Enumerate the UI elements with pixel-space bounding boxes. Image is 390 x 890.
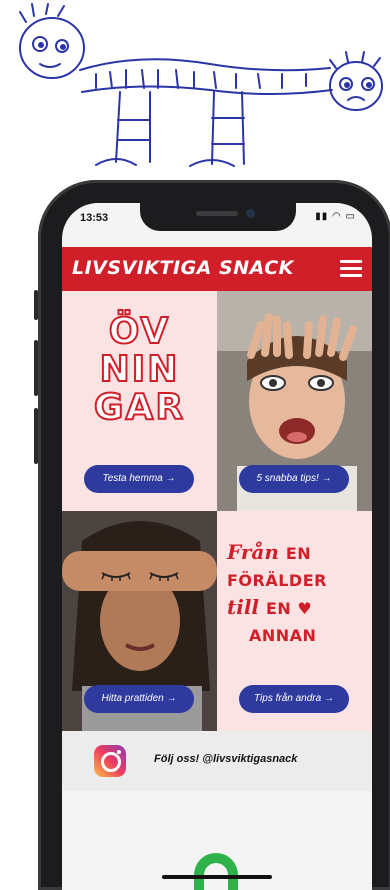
tile-grid: ÖV NIN GAR Testa hemma → 5 snabba tips! … [62, 291, 372, 731]
instagram-icon[interactable] [94, 745, 126, 777]
ovningar-heading: ÖV NIN GAR [93, 311, 186, 428]
volume-up-button [34, 340, 38, 396]
fran-en-foralder-heading: Från EN FÖRÄLDER till EN ♥ ANNAN [227, 540, 327, 645]
home-indicator[interactable] [162, 875, 272, 879]
green-arch-graphic [194, 853, 238, 890]
front-camera [246, 209, 255, 218]
tile-ovningar: ÖV NIN GAR Testa hemma → [62, 291, 217, 511]
brand-logo[interactable]: LIVSVIKTIGA SNACK [72, 257, 294, 279]
testa-hemma-button[interactable]: Testa hemma → [84, 465, 194, 493]
tile-fran-en-foralder: Från EN FÖRÄLDER till EN ♥ ANNAN Tips fr… [217, 511, 372, 731]
tile-tips: 5 snabba tips! → [217, 291, 372, 511]
mute-switch [34, 290, 38, 320]
speaker-grille [196, 211, 238, 216]
doodle-illustration [19, 3, 383, 167]
notch [140, 203, 296, 231]
hitta-prattiden-button[interactable]: Hitta prattiden → [84, 685, 194, 713]
status-time: 13:53 [80, 212, 109, 224]
hamburger-icon[interactable] [340, 260, 362, 278]
phone-screen: 13:53 ▮▮ ◠ ▭ LIVSVIKTIGA SNACK ÖV NIN GA… [62, 203, 372, 890]
phone-frame: 13:53 ▮▮ ◠ ▭ LIVSVIKTIGA SNACK ÖV NIN GA… [34, 180, 390, 890]
volume-down-button [34, 408, 38, 464]
snabba-tips-button[interactable]: 5 snabba tips! → [239, 465, 349, 493]
site-header: LIVSVIKTIGA SNACK [62, 247, 372, 291]
tile-prattiden: Hitta prattiden → [62, 511, 217, 731]
instagram-follow-text[interactable]: Följ oss! @livsviktigasnack [154, 753, 297, 765]
status-icons: ▮▮ ◠ ▭ [315, 211, 356, 222]
instagram-bar[interactable]: Följ oss! @livsviktigasnack [62, 731, 372, 791]
tips-fran-andra-button[interactable]: Tips från andra → [239, 685, 349, 713]
